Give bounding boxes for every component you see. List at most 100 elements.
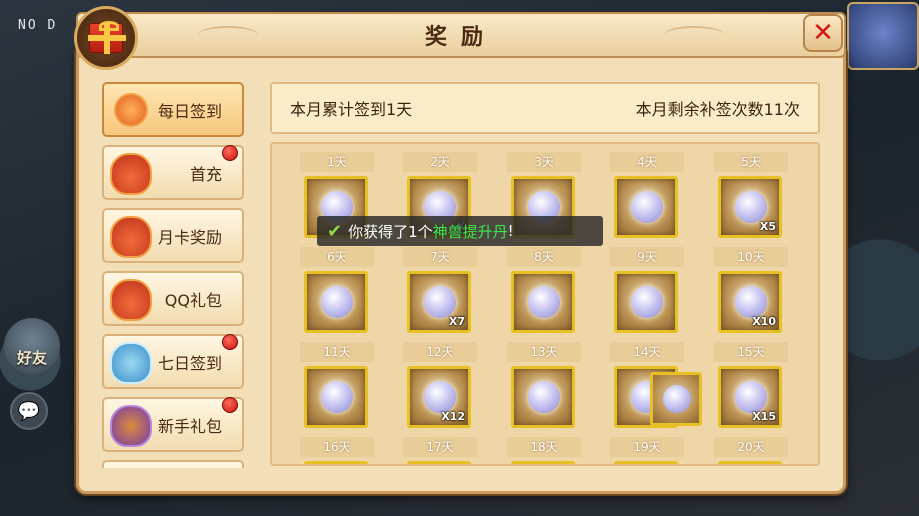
reward-slot[interactable] xyxy=(304,271,368,333)
cloud-ornament-left xyxy=(198,26,258,44)
reward-slot[interactable] xyxy=(304,461,368,464)
coin-bag-icon xyxy=(114,93,148,127)
day-label: 19天 xyxy=(610,437,684,457)
day-cell[interactable]: 8天 xyxy=(507,247,581,335)
day-cell[interactable]: 12天 X12 xyxy=(403,342,477,430)
menu-item-label: 月卡奖励 xyxy=(157,227,222,247)
toast-prefix: 你获得了1个 xyxy=(348,222,433,241)
close-icon: ✕ xyxy=(812,18,834,48)
day-label: 2天 xyxy=(403,152,477,172)
notification-dot xyxy=(222,397,238,413)
day-label: 3天 xyxy=(507,152,581,172)
chat-bubble-icon: 💬 xyxy=(17,400,41,422)
reward-quantity: X10 xyxy=(752,315,776,328)
menu-item-0[interactable]: 每日签到 xyxy=(102,82,244,137)
gift-bag-icon xyxy=(110,216,152,258)
corner-label: NO D xyxy=(18,18,58,33)
window-title: 奖励 xyxy=(424,25,497,50)
day-cell[interactable]: 13天 xyxy=(507,342,581,430)
menu-item-label: 每日签到 xyxy=(157,101,222,121)
close-button[interactable]: ✕ xyxy=(803,14,843,52)
day-cell[interactable]: 11天 xyxy=(300,342,374,430)
day-label: 20天 xyxy=(714,437,788,457)
menu-item-label: 新手礼包 xyxy=(157,416,222,436)
reward-slot[interactable] xyxy=(511,271,575,333)
day-label: 12天 xyxy=(403,342,477,362)
menu-item-1[interactable]: 首充 xyxy=(102,145,244,200)
beast-pill-icon xyxy=(424,381,456,413)
reward-slot[interactable] xyxy=(718,461,782,464)
reward-quantity: X12 xyxy=(441,410,465,423)
menu-item-5[interactable]: 新手礼包 xyxy=(102,397,244,452)
day-label: 5天 xyxy=(714,152,788,172)
reward-slot[interactable]: X7 xyxy=(407,271,471,333)
reward-slot[interactable] xyxy=(511,366,575,428)
day-cell[interactable]: 18天 xyxy=(507,437,581,464)
reward-slot[interactable] xyxy=(304,366,368,428)
player-avatar[interactable] xyxy=(847,2,919,70)
day-label: 10天 xyxy=(714,247,788,267)
day-label: 1天 xyxy=(300,152,374,172)
day-label: 13天 xyxy=(507,342,581,362)
beast-pill-icon xyxy=(528,286,560,318)
day-cell[interactable]: 20天 xyxy=(714,437,788,464)
reward-slot[interactable] xyxy=(511,461,575,464)
friends-button[interactable]: 好友 xyxy=(4,318,60,374)
beast-pill-icon xyxy=(735,286,767,318)
notification-dot xyxy=(222,334,238,350)
day-cell[interactable]: 17天 xyxy=(403,437,477,464)
reward-slot[interactable] xyxy=(407,461,471,464)
chat-button[interactable]: 💬 xyxy=(10,392,48,430)
day-cell[interactable]: 7天 X7 xyxy=(403,247,477,335)
menu-item-label: 首充 xyxy=(189,164,222,184)
toast-suffix: ! xyxy=(507,222,514,240)
day-cell[interactable]: 5天 X5 xyxy=(714,152,788,240)
beast-pill-icon xyxy=(663,385,691,413)
treasure-icon xyxy=(110,405,152,447)
reward-slot[interactable]: X10 xyxy=(718,271,782,333)
cloud-ornament-right xyxy=(664,26,724,44)
day-label: 7天 xyxy=(403,247,477,267)
beast-pill-icon xyxy=(424,286,456,318)
day-cell[interactable]: 4天 xyxy=(610,152,684,240)
reward-quantity: X5 xyxy=(759,220,776,233)
day-cell[interactable]: 6天 xyxy=(300,247,374,335)
day-label: 14天 xyxy=(610,342,684,362)
remaining-makeup-text: 本月剩余补签次数11次 xyxy=(635,100,800,119)
reward-slot[interactable] xyxy=(614,461,678,464)
reward-quantity: X7 xyxy=(448,315,465,328)
reward-slot[interactable]: X15 xyxy=(718,366,782,428)
gift-box-icon xyxy=(74,6,138,70)
beast-pill-icon xyxy=(321,286,353,318)
day-label: 6天 xyxy=(300,247,374,267)
gift-bag-icon xyxy=(110,279,152,321)
day-label: 18天 xyxy=(507,437,581,457)
reward-slot[interactable] xyxy=(614,271,678,333)
menu-item-2[interactable]: 月卡奖励 xyxy=(102,208,244,263)
reward-menu: 每日签到首充月卡奖励 QQ礼包七日签到新手礼包 xyxy=(102,82,246,468)
reward-slot[interactable]: X12 xyxy=(407,366,471,428)
day-cell[interactable]: 15天 X15 xyxy=(714,342,788,430)
day-label: 4天 xyxy=(610,152,684,172)
day-label: 16天 xyxy=(300,437,374,457)
day-cell[interactable]: 10天 X10 xyxy=(714,247,788,335)
signin-calendar-grid[interactable]: 1天2天X3天4天5天X56天7天X78天9天10天X1011天12天X1213… xyxy=(270,142,820,466)
menu-item-3[interactable]: QQ礼包 xyxy=(102,271,244,326)
reward-toast: ✔ 你获得了1个 神兽提升丹 ! xyxy=(317,216,603,246)
beast-pill-icon xyxy=(735,381,767,413)
day-cell[interactable]: 19天 xyxy=(610,437,684,464)
menu-item-more[interactable] xyxy=(102,460,244,468)
beast-pill-icon xyxy=(735,191,767,223)
menu-item-4[interactable]: 七日签到 xyxy=(102,334,244,389)
title-bar: 奖励 xyxy=(76,12,846,58)
menu-item-label: QQ礼包 xyxy=(164,290,222,310)
reward-slot[interactable] xyxy=(614,176,678,238)
reward-slot[interactable]: X5 xyxy=(718,176,782,238)
cumulative-signin-text: 本月累计签到1天 xyxy=(290,100,413,119)
reward-quantity: X15 xyxy=(752,410,776,423)
day-label: 8天 xyxy=(507,247,581,267)
day-cell[interactable]: 16天 xyxy=(300,437,374,464)
day-cell[interactable]: 9天 xyxy=(610,247,684,335)
toast-item-name: 神兽提升丹 xyxy=(432,222,508,241)
checkmark-icon: ✔ xyxy=(327,220,343,242)
